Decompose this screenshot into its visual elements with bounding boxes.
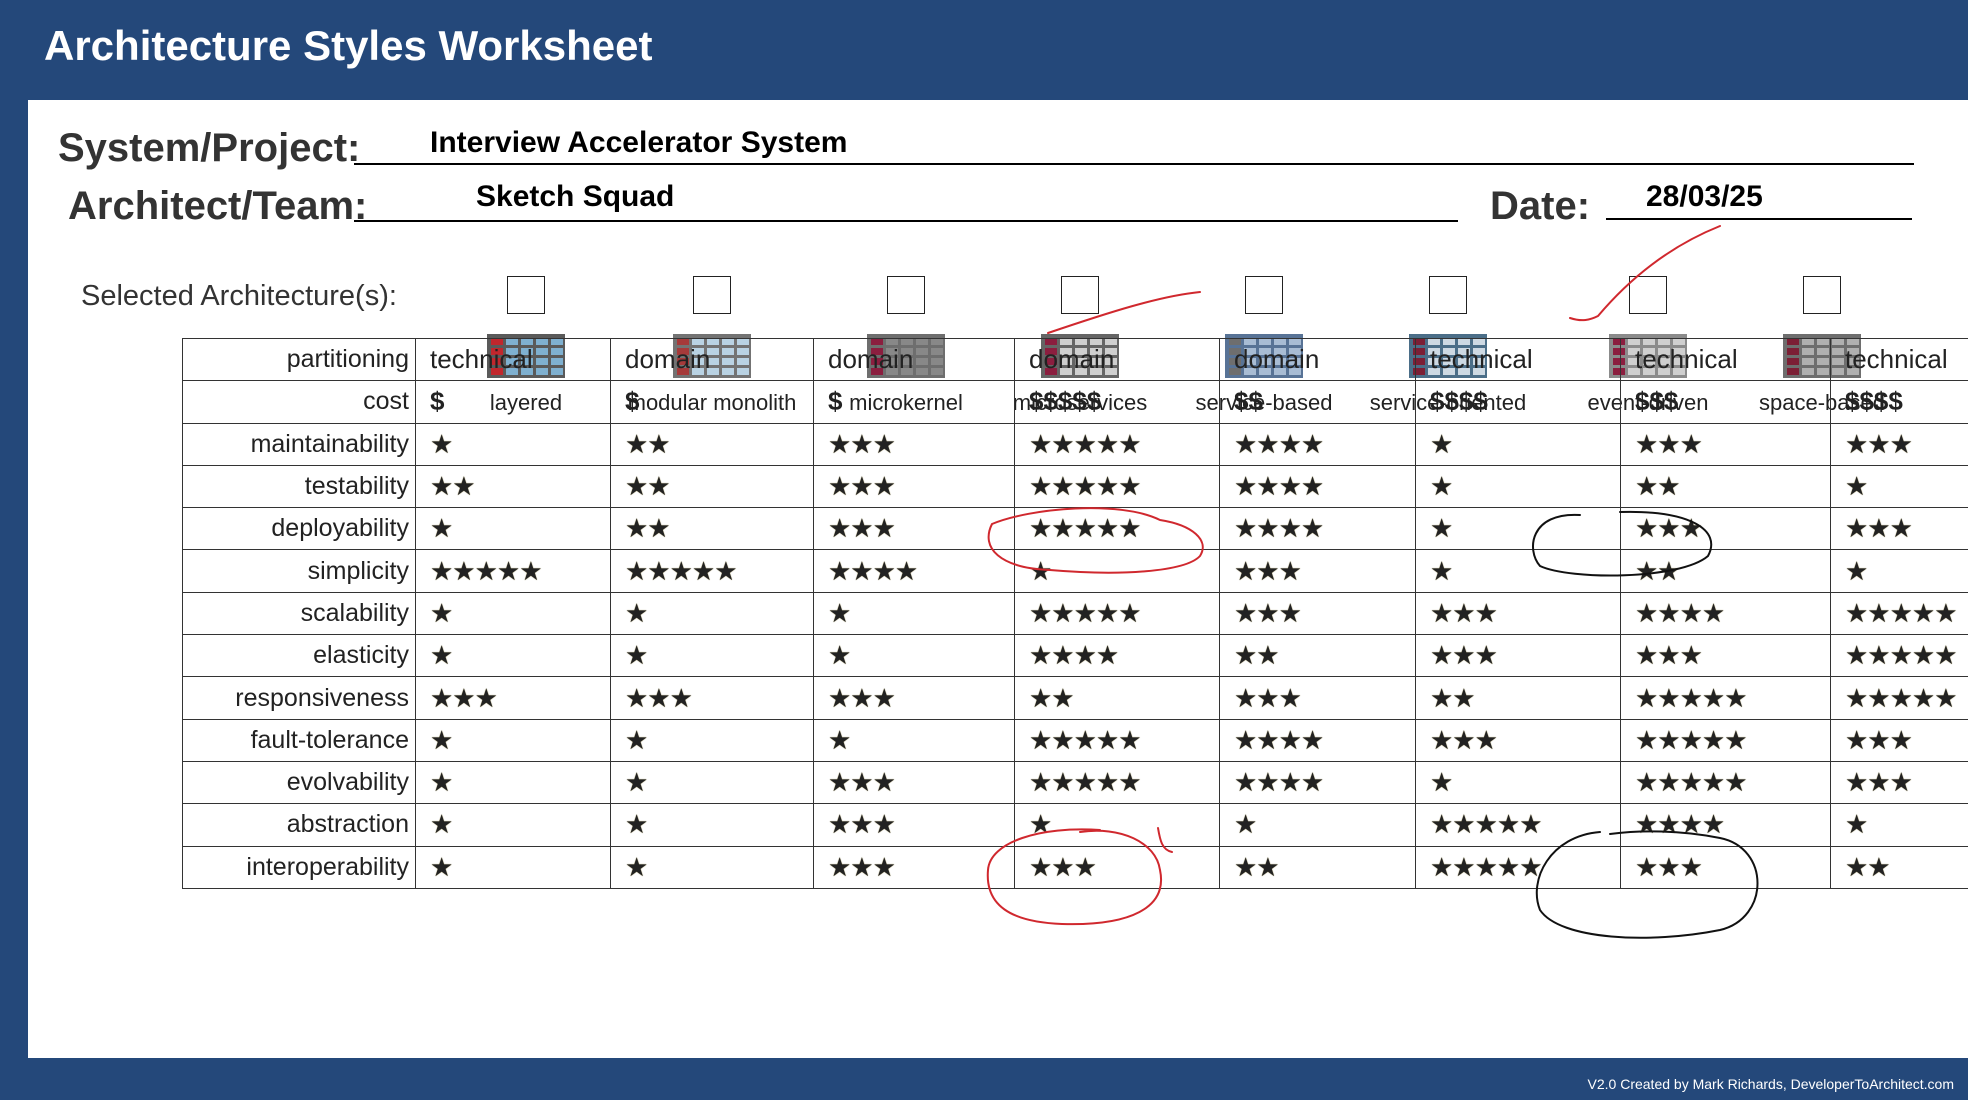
red-check-microservices: [1047, 291, 1201, 334]
red-check-event-driven: [1569, 225, 1721, 322]
red-tick-fault-tolerance: [1157, 827, 1173, 853]
red-circle-maintainability: [987, 507, 1204, 574]
black-marker-strokes: [1532, 510, 1759, 939]
handwritten-markups: [986, 225, 1759, 939]
footer-credit: V2.0 Created by Mark Richards, Developer…: [1587, 1076, 1954, 1092]
black-circle-fault-evolvability: [1535, 830, 1759, 939]
red-circle-fault-evolvability: [986, 828, 1163, 926]
black-circle-maintainability: [1532, 510, 1713, 577]
